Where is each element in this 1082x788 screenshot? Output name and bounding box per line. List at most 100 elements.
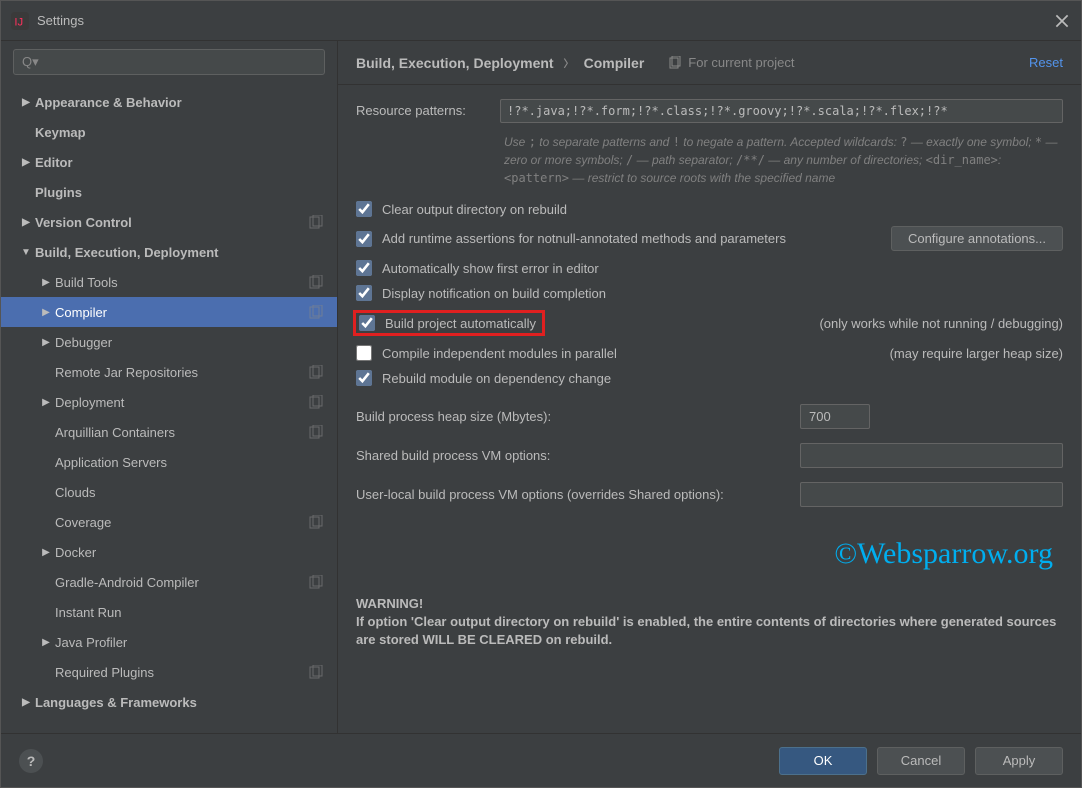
- rebuild-dependency-label[interactable]: Rebuild module on dependency change: [382, 371, 611, 386]
- build-auto-note: (only works while not running / debuggin…: [819, 316, 1063, 331]
- clear-output-label[interactable]: Clear output directory on rebuild: [382, 202, 567, 217]
- sidebar-item-debugger[interactable]: ▶Debugger: [1, 327, 337, 357]
- chevron-icon: ▶: [39, 397, 53, 408]
- sidebar-item-label: Clouds: [55, 485, 95, 500]
- sidebar-item-label: Java Profiler: [55, 635, 127, 650]
- sidebar-item-label: Appearance & Behavior: [35, 95, 182, 110]
- sidebar-item-label: Deployment: [55, 395, 124, 410]
- warning-block: WARNING! If option 'Clear output directo…: [356, 595, 1063, 650]
- watermark: ©Websparrow.org: [356, 537, 1053, 571]
- sidebar-item-coverage[interactable]: Coverage: [1, 507, 337, 537]
- chevron-icon: ▶: [19, 157, 33, 168]
- cancel-button[interactable]: Cancel: [877, 747, 965, 775]
- chevron-icon: ▶: [19, 97, 33, 108]
- build-automatically-label[interactable]: Build project automatically: [385, 316, 536, 331]
- sidebar-item-label: Keymap: [35, 125, 86, 140]
- app-icon: IJ: [11, 12, 29, 30]
- project-scope-note: For current project: [668, 55, 794, 70]
- sidebar-item-arquillian-containers[interactable]: Arquillian Containers: [1, 417, 337, 447]
- shared-vm-input[interactable]: [800, 443, 1063, 468]
- chevron-icon: ▶: [39, 337, 53, 348]
- notnull-assertions-label[interactable]: Add runtime assertions for notnull-annot…: [382, 231, 786, 246]
- sidebar-item-build-tools[interactable]: ▶Build Tools: [1, 267, 337, 297]
- sidebar-item-label: Remote Jar Repositories: [55, 365, 198, 380]
- sidebar-item-label: Languages & Frameworks: [35, 695, 197, 710]
- chevron-icon: ▼: [19, 247, 33, 258]
- settings-window: IJ Settings ▶Appearance & BehaviorKeymap…: [0, 0, 1082, 788]
- configure-annotations-button[interactable]: Configure annotations...: [891, 226, 1063, 251]
- breadcrumb-current: Compiler: [584, 55, 645, 71]
- sidebar-item-label: Build, Execution, Deployment: [35, 245, 218, 260]
- sidebar-item-java-profiler[interactable]: ▶Java Profiler: [1, 627, 337, 657]
- sidebar-item-label: Docker: [55, 545, 96, 560]
- resource-patterns-input[interactable]: [500, 99, 1063, 123]
- chevron-right-icon: 〉: [564, 55, 574, 70]
- sidebar-item-deployment[interactable]: ▶Deployment: [1, 387, 337, 417]
- build-automatically-checkbox[interactable]: [359, 315, 375, 331]
- sidebar-item-remote-jar-repositories[interactable]: Remote Jar Repositories: [1, 357, 337, 387]
- breadcrumb-parent[interactable]: Build, Execution, Deployment: [356, 55, 554, 71]
- chevron-icon: ▶: [19, 697, 33, 708]
- compile-parallel-label[interactable]: Compile independent modules in parallel: [382, 346, 617, 361]
- compile-parallel-checkbox[interactable]: [356, 345, 372, 361]
- show-first-error-checkbox[interactable]: [356, 260, 372, 276]
- sidebar-item-docker[interactable]: ▶Docker: [1, 537, 337, 567]
- sidebar-item-label: Application Servers: [55, 455, 167, 470]
- heap-size-label: Build process heap size (Mbytes):: [356, 409, 786, 424]
- chevron-icon: ▶: [39, 547, 53, 558]
- sidebar-item-plugins[interactable]: Plugins: [1, 177, 337, 207]
- sidebar-item-build-execution-deployment[interactable]: ▼Build, Execution, Deployment: [1, 237, 337, 267]
- sidebar-item-application-servers[interactable]: Application Servers: [1, 447, 337, 477]
- sidebar-item-clouds[interactable]: Clouds: [1, 477, 337, 507]
- search-input[interactable]: [13, 49, 325, 75]
- sidebar-item-label: Version Control: [35, 215, 132, 230]
- sidebar-item-label: Build Tools: [55, 275, 118, 290]
- sidebar-item-languages-frameworks[interactable]: ▶Languages & Frameworks: [1, 687, 337, 717]
- apply-button[interactable]: Apply: [975, 747, 1063, 775]
- copy-icon: [668, 56, 682, 70]
- patterns-hint: Use ; to separate patterns and ! to nega…: [504, 133, 1063, 187]
- rebuild-dependency-checkbox[interactable]: [356, 370, 372, 386]
- resource-patterns-label: Resource patterns:: [356, 99, 486, 118]
- chevron-icon: ▶: [19, 217, 33, 228]
- sidebar-item-label: Instant Run: [55, 605, 122, 620]
- sidebar-item-label: Editor: [35, 155, 73, 170]
- sidebar-item-keymap[interactable]: Keymap: [1, 117, 337, 147]
- clear-output-checkbox[interactable]: [356, 201, 372, 217]
- chevron-icon: ▶: [39, 637, 53, 648]
- display-notification-label[interactable]: Display notification on build completion: [382, 286, 606, 301]
- sidebar-item-compiler[interactable]: ▶Compiler: [1, 297, 337, 327]
- sidebar-item-version-control[interactable]: ▶Version Control: [1, 207, 337, 237]
- display-notification-checkbox[interactable]: [356, 285, 372, 301]
- sidebar-item-label: Required Plugins: [55, 665, 154, 680]
- main-panel: Build, Execution, Deployment 〉 Compiler …: [338, 41, 1081, 733]
- sidebar-item-appearance-behavior[interactable]: ▶Appearance & Behavior: [1, 87, 337, 117]
- compile-parallel-note: (may require larger heap size): [890, 346, 1063, 361]
- sidebar-item-label: Coverage: [55, 515, 111, 530]
- sidebar: ▶Appearance & BehaviorKeymap▶EditorPlugi…: [1, 41, 338, 733]
- svg-text:IJ: IJ: [14, 16, 23, 28]
- titlebar: IJ Settings: [1, 1, 1081, 41]
- chevron-icon: ▶: [39, 277, 53, 288]
- settings-tree: ▶Appearance & BehaviorKeymap▶EditorPlugi…: [1, 83, 337, 733]
- help-icon[interactable]: ?: [19, 749, 43, 773]
- warning-title: WARNING!: [356, 596, 423, 611]
- dialog-footer: ? OK Cancel Apply: [1, 733, 1081, 787]
- sidebar-item-label: Arquillian Containers: [55, 425, 175, 440]
- sidebar-item-required-plugins[interactable]: Required Plugins: [1, 657, 337, 687]
- window-title: Settings: [37, 13, 1053, 28]
- sidebar-item-label: Compiler: [55, 305, 107, 320]
- sidebar-item-label: Plugins: [35, 185, 82, 200]
- user-vm-label: User-local build process VM options (ove…: [356, 487, 786, 502]
- sidebar-item-instant-run[interactable]: Instant Run: [1, 597, 337, 627]
- user-vm-input[interactable]: [800, 482, 1063, 507]
- breadcrumb: Build, Execution, Deployment 〉 Compiler: [356, 55, 644, 71]
- reset-link[interactable]: Reset: [1029, 55, 1063, 70]
- heap-size-input[interactable]: [800, 404, 870, 429]
- sidebar-item-editor[interactable]: ▶Editor: [1, 147, 337, 177]
- ok-button[interactable]: OK: [779, 747, 867, 775]
- sidebar-item-gradle-android-compiler[interactable]: Gradle-Android Compiler: [1, 567, 337, 597]
- show-first-error-label[interactable]: Automatically show first error in editor: [382, 261, 599, 276]
- close-icon[interactable]: [1053, 12, 1071, 30]
- notnull-assertions-checkbox[interactable]: [356, 231, 372, 247]
